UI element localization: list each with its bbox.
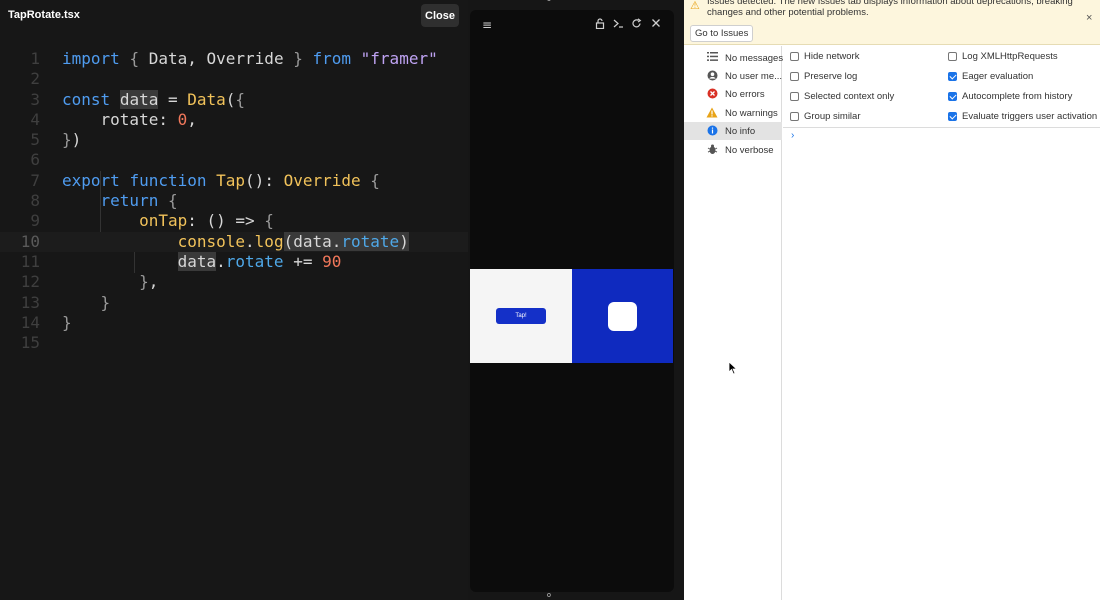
menu-icon[interactable]: ≡ bbox=[482, 18, 492, 32]
resize-handle[interactable]: o bbox=[547, 0, 551, 3]
close-icon[interactable]: × bbox=[1086, 12, 1092, 24]
list-icon bbox=[706, 52, 718, 64]
code-line: 14} bbox=[20, 312, 72, 332]
user-icon bbox=[706, 70, 718, 82]
info-icon bbox=[706, 125, 718, 137]
code-line: 2 bbox=[30, 69, 40, 89]
preview-panel: ≡ Tap! bbox=[470, 10, 674, 592]
code-line: 1 import { Data, Override } from "framer" bbox=[30, 49, 438, 68]
resize-handle[interactable]: o bbox=[547, 592, 551, 599]
code-line: 13 } bbox=[20, 292, 111, 312]
code-line: 11 data.rotate += 90 bbox=[20, 251, 342, 271]
sidebar-item-errors[interactable]: No errors bbox=[684, 85, 782, 103]
mouse-cursor-icon bbox=[728, 361, 738, 375]
sidebar-item-messages[interactable]: No messages bbox=[684, 49, 783, 67]
error-icon bbox=[706, 88, 718, 100]
code-line: 15 bbox=[20, 333, 40, 353]
checkbox-checked[interactable] bbox=[948, 112, 957, 121]
devtools-console: ⚠ Issues detected. The new Issues tab di… bbox=[684, 0, 1100, 600]
checkbox[interactable] bbox=[790, 72, 799, 81]
issues-banner: ⚠ Issues detected. The new Issues tab di… bbox=[684, 0, 1100, 45]
warning-icon: ⚠ bbox=[690, 0, 700, 12]
warning-icon bbox=[706, 107, 718, 119]
checkbox-checked[interactable] bbox=[948, 92, 957, 101]
checkbox-checked[interactable] bbox=[948, 72, 957, 81]
tap-frame: Tap! bbox=[470, 269, 572, 363]
checkbox[interactable] bbox=[790, 112, 799, 121]
bug-icon bbox=[706, 144, 718, 156]
terminal-icon[interactable] bbox=[613, 18, 624, 32]
code-line-active: 10 console.log(data.rotate) bbox=[0, 231, 468, 252]
console-settings: Hide network Preserve log Selected conte… bbox=[783, 46, 1100, 128]
code-line: 7 export function Tap(): Override { bbox=[30, 170, 380, 190]
close-icon[interactable] bbox=[651, 18, 661, 31]
sidebar-item-verbose[interactable]: No verbose bbox=[684, 141, 782, 159]
tap-button[interactable]: Tap! bbox=[496, 308, 546, 324]
close-button[interactable]: Close bbox=[421, 4, 459, 27]
checkbox[interactable] bbox=[790, 92, 799, 101]
sidebar-item-user-messages[interactable]: No user me... bbox=[684, 67, 782, 85]
code-line: 5}) bbox=[30, 130, 82, 150]
checkbox[interactable] bbox=[790, 52, 799, 61]
code-line: 6 bbox=[30, 150, 40, 170]
code-editor-panel[interactable]: TapRotate.tsx Close 1 import { Data, Over… bbox=[0, 0, 468, 600]
rotating-square bbox=[608, 302, 637, 331]
editor-header: TapRotate.tsx Close bbox=[0, 0, 468, 34]
sidebar-item-warnings[interactable]: No warnings bbox=[684, 104, 782, 122]
checkbox[interactable] bbox=[948, 52, 957, 61]
code-line: 3 const data = Data({ bbox=[30, 89, 246, 109]
file-name: TapRotate.tsx bbox=[8, 9, 80, 21]
code-area[interactable]: 1 import { Data, Override } from "framer"… bbox=[0, 49, 468, 353]
reload-icon[interactable] bbox=[631, 18, 642, 32]
code-line: 12 }, bbox=[20, 272, 159, 292]
code-line: 9 onTap: () => { bbox=[30, 211, 274, 231]
code-line: 4 rotate: 0, bbox=[30, 109, 197, 129]
issues-message: Issues detected. The new Issues tab disp… bbox=[707, 0, 1073, 18]
sidebar-item-info[interactable]: No info bbox=[684, 122, 782, 140]
console-sidebar: No messages No user me... No errors No w… bbox=[684, 46, 783, 600]
lock-icon[interactable] bbox=[595, 18, 605, 32]
rotate-frame bbox=[572, 269, 673, 363]
code-line: 8 return { bbox=[30, 191, 178, 211]
go-to-issues-button[interactable]: Go to Issues bbox=[690, 25, 754, 42]
console-prompt[interactable]: › bbox=[791, 130, 794, 141]
